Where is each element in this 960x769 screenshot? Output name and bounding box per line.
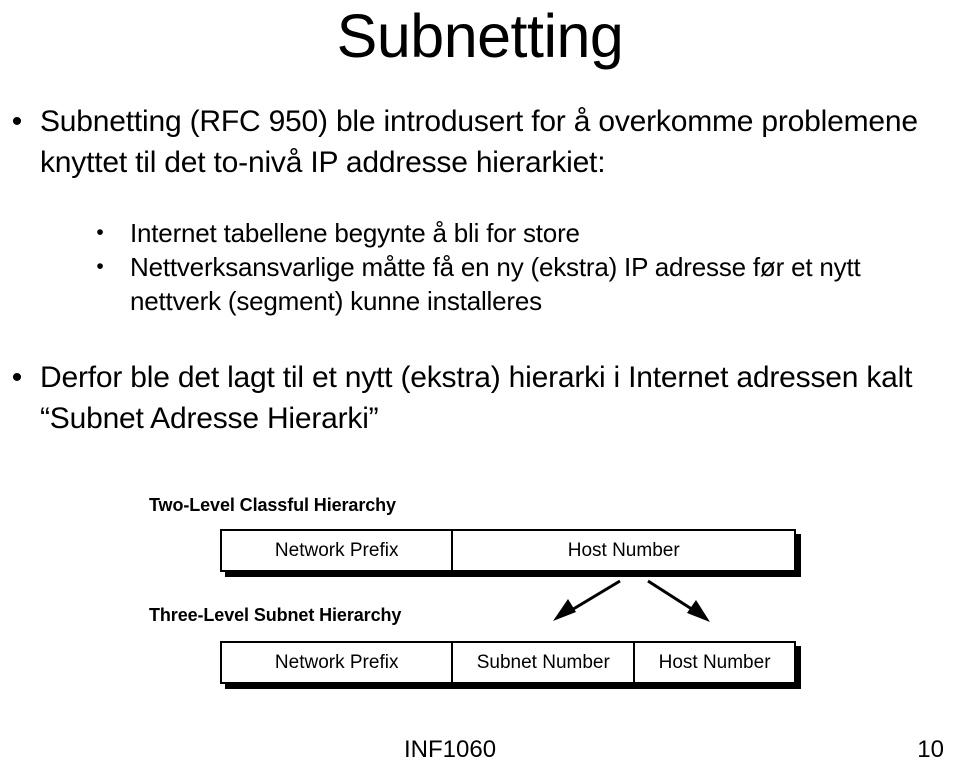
two-level-hierarchy-heading: Two-Level Classful Hierarchy: [149, 495, 396, 515]
arrow-split-left: [553, 579, 621, 621]
footer-page-number: 10: [917, 736, 944, 763]
two-level-cell-network-prefix: Network Prefix: [274, 539, 399, 561]
subnet-hierarchy-diagram: Two-Level Classful Hierarchy Network Pre…: [0, 0, 960, 769]
three-level-cell-network-prefix: Network Prefix: [274, 651, 399, 673]
three-level-cell-host-number: Host Number: [633, 643, 794, 682]
arrow-split-right: [647, 579, 710, 622]
three-level-hierarchy-heading: Three-Level Subnet Hierarchy: [149, 605, 402, 625]
footer-course-label: INF1060: [404, 736, 497, 763]
two-level-address-box: Network Prefix Host Number: [220, 529, 796, 572]
three-level-address-box: Network Prefix Subnet Number Host Number: [220, 641, 796, 684]
split-arrows-group: [553, 579, 710, 622]
two-level-cell-host-number: Host Number: [451, 531, 794, 570]
three-level-cell-subnet-number: Subnet Number: [451, 643, 633, 682]
